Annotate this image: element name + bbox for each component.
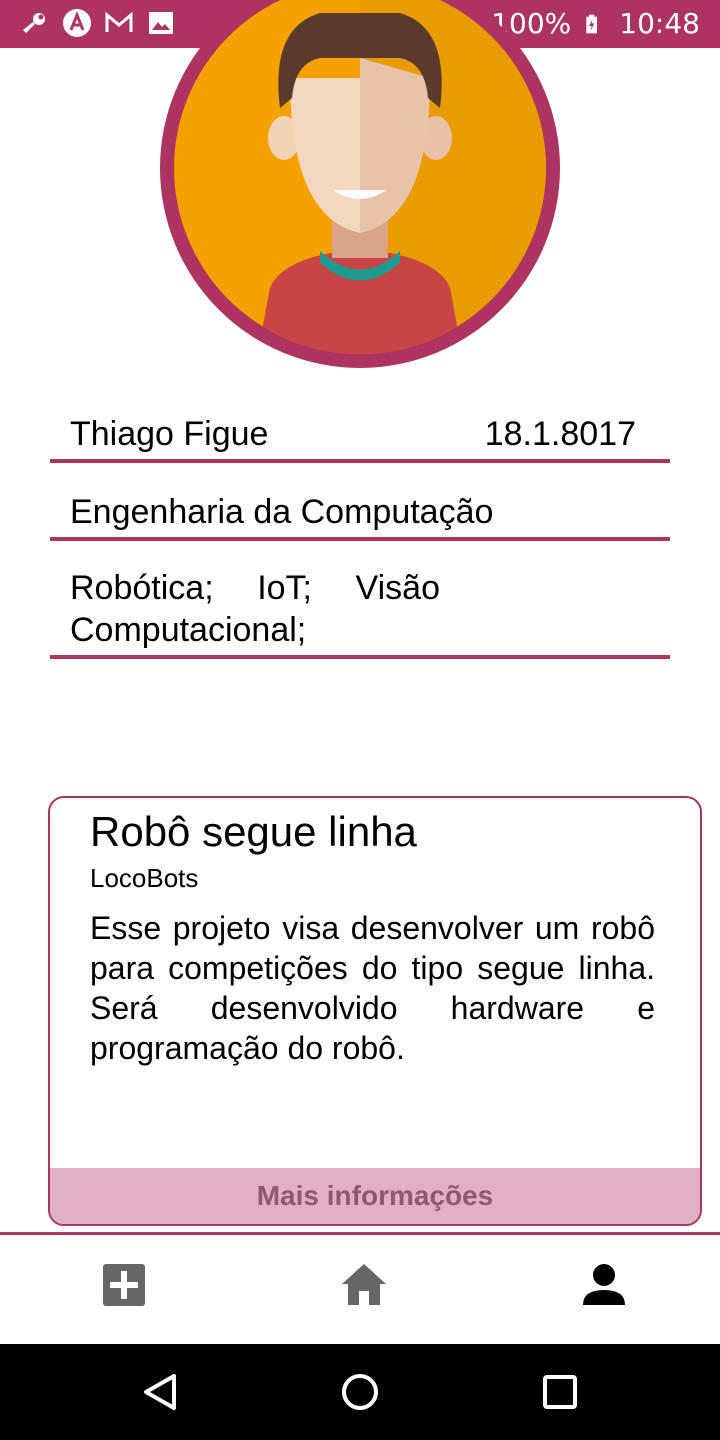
home-circle-icon[interactable] [340,1372,380,1412]
system-navigation-bar [0,1344,720,1440]
gmail-icon [105,11,133,32]
add-box-icon[interactable] [100,1261,148,1309]
person-icon[interactable] [580,1261,628,1309]
profile-avatar[interactable] [160,0,560,368]
bottom-tab-bar [0,1232,720,1347]
project-title: Robô segue linha [90,808,417,855]
notification-a-icon [63,9,91,37]
project-description: Esse projeto visa desenvolver um robô pa… [90,910,655,1066]
status-left-icons [20,8,176,38]
student-name: Thiago Figue [70,415,269,453]
registration-number: 18.1.8017 [484,415,636,453]
name-row: Thiago Figue 18.1.8017 [50,405,670,463]
project-card[interactable]: Robô segue linha LocoBots Esse projeto v… [48,796,702,1226]
back-triangle-icon[interactable] [140,1372,180,1412]
interests-row: Robótica; IoT; Visão Computacional; [50,563,670,659]
interests-text: Robótica; IoT; Visão Computacional; [70,569,440,649]
course-row: Engenharia da Computação [50,485,670,541]
more-info-button[interactable]: Mais informações [50,1168,700,1224]
project-organization: LocoBots [90,863,199,893]
course-name: Engenharia da Computação [70,493,494,531]
clock: 10:48 [619,7,700,40]
settings-wrench-icon [23,13,45,33]
recent-apps-square-icon[interactable] [540,1372,580,1412]
home-icon[interactable] [340,1261,388,1309]
battery-charging-icon [586,14,598,34]
